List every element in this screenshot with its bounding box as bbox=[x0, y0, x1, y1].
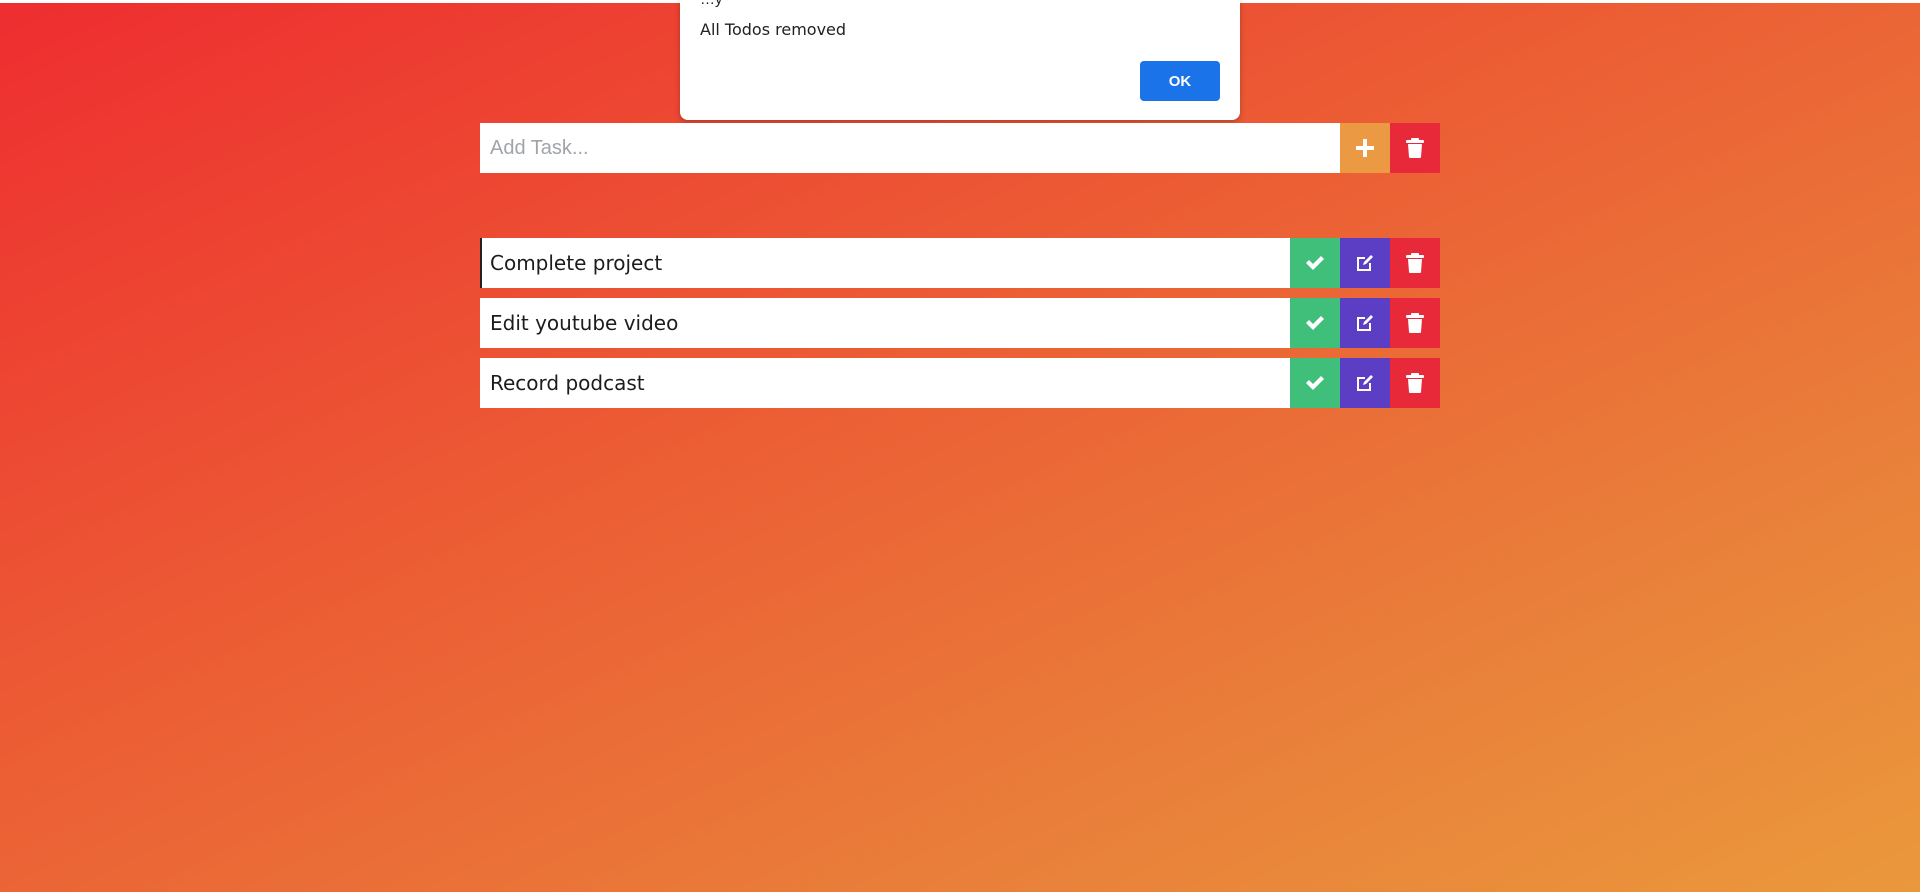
todo-text: Complete project bbox=[480, 238, 1290, 288]
todo-list: Complete project Edit youtube video Reco… bbox=[480, 238, 1440, 418]
todo-item: Record podcast bbox=[480, 358, 1440, 408]
edit-icon bbox=[1355, 313, 1375, 333]
delete-all-button[interactable] bbox=[1390, 123, 1440, 173]
complete-button[interactable] bbox=[1290, 238, 1340, 288]
add-task-button[interactable] bbox=[1340, 123, 1390, 173]
delete-button[interactable] bbox=[1390, 358, 1440, 408]
edit-button[interactable] bbox=[1340, 238, 1390, 288]
complete-button[interactable] bbox=[1290, 358, 1340, 408]
todo-item: Edit youtube video bbox=[480, 298, 1440, 348]
plus-icon bbox=[1355, 138, 1375, 158]
dialog-origin-text: …y bbox=[700, 0, 723, 8]
trash-icon bbox=[1406, 138, 1424, 158]
todo-item: Complete project bbox=[480, 238, 1440, 288]
alert-dialog: …y All Todos removed OK bbox=[680, 0, 1240, 120]
edit-icon bbox=[1355, 253, 1375, 273]
edit-button[interactable] bbox=[1340, 358, 1390, 408]
todo-text: Record podcast bbox=[490, 371, 645, 395]
delete-button[interactable] bbox=[1390, 238, 1440, 288]
trash-icon bbox=[1406, 373, 1424, 393]
add-task-bar bbox=[480, 123, 1440, 173]
dialog-ok-button[interactable]: OK bbox=[1140, 61, 1220, 101]
add-task-input[interactable] bbox=[480, 123, 1340, 173]
dialog-message: All Todos removed bbox=[700, 20, 847, 39]
check-icon bbox=[1305, 375, 1325, 391]
complete-button[interactable] bbox=[1290, 298, 1340, 348]
delete-button[interactable] bbox=[1390, 298, 1440, 348]
edit-icon bbox=[1355, 373, 1375, 393]
trash-icon bbox=[1406, 253, 1424, 273]
todo-text: Edit youtube video bbox=[490, 311, 679, 335]
check-icon bbox=[1305, 255, 1325, 271]
trash-icon bbox=[1406, 313, 1424, 333]
edit-button[interactable] bbox=[1340, 298, 1390, 348]
check-icon bbox=[1305, 315, 1325, 331]
